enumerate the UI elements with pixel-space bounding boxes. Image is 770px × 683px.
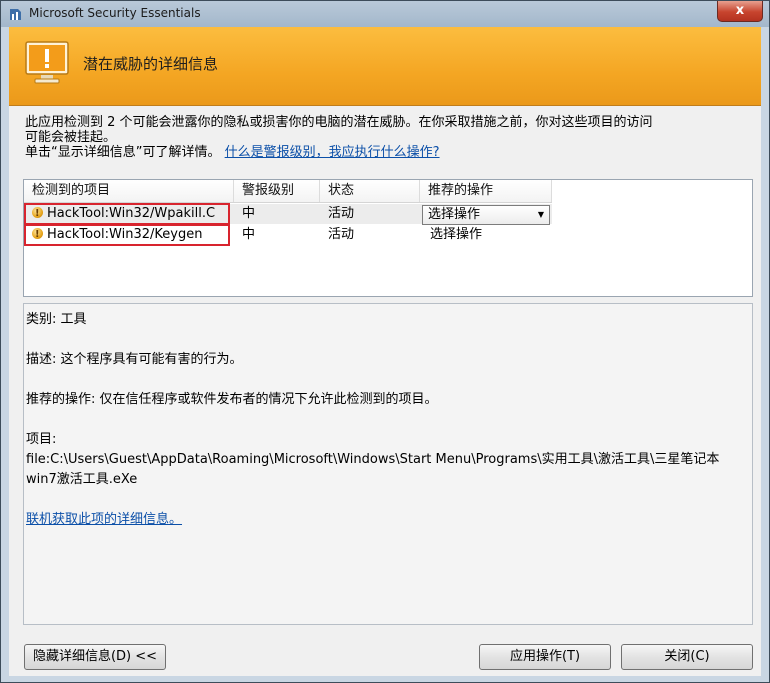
close-button[interactable]: 关闭(C) [621,644,753,670]
window-title: Microsoft Security Essentials [29,6,201,20]
warning-monitor-icon [25,41,69,84]
alert-level-help-link[interactable]: 什么是警报级别，我应执行什么操作? [225,145,440,160]
description-text: 此应用检测到 2 个可能会泄露你的隐私或损害你的电脑的潜在威胁。在你采取措施之前… [25,115,749,160]
detail-description: 描述: 这个程序具有可能有害的行为。 [26,352,243,367]
threat-status: 活动 [328,227,355,242]
column-alert-level[interactable]: 警报级别 [234,180,320,202]
hide-details-button[interactable]: 隐藏详细信息(D) << [24,644,166,670]
action-dropdown-value: 选择操作 [428,207,481,222]
header-banner: 潜在威胁的详细信息 [9,27,761,106]
column-status[interactable]: 状态 [320,180,420,202]
threat-status: 活动 [328,206,355,221]
dropdown-arrow-icon: ▼ [537,210,544,219]
apply-actions-button[interactable]: 应用操作(T) [479,644,611,670]
threat-level: 中 [242,227,256,242]
details-pane: 类别: 工具 描述: 这个程序具有可能有害的行为。 推荐的操作: 仅在信任程序或… [23,303,753,625]
highlight-box [24,224,230,246]
detail-path-cont: win7激活工具.eXe [26,472,138,487]
description-line-1: 此应用检测到 2 个可能会泄露你的隐私或损害你的电脑的潜在威胁。在你采取措施之前… [25,115,653,130]
threat-level: 中 [242,206,256,221]
msse-app-icon [10,9,21,20]
client-area: 潜在威胁的详细信息 此应用检测到 2 个可能会泄露你的隐私或损害你的电脑的潜在威… [9,27,761,676]
description-line-2: 可能会被挂起。 [25,130,117,145]
action-dropdown[interactable]: 选择操作 ▼ [422,205,550,225]
threat-action: 选择操作 [430,227,483,242]
description-line-3: 单击“显示详细信息”可了解详情。 什么是警报级别，我应执行什么操作? [25,145,749,160]
column-recommended-action[interactable]: 推荐的操作 [420,180,552,202]
detail-items-label: 项目: [26,432,57,447]
msse-window: Microsoft Security Essentials x 潜在威胁的详细信… [0,0,770,683]
title-bar[interactable]: Microsoft Security Essentials x [1,1,769,27]
window-close-button[interactable]: x [717,1,763,22]
online-details-link[interactable]: 联机获取此项的详细信息。 [26,512,182,527]
highlight-box [24,203,230,225]
threat-list: 检测到的项目 警报级别 状态 推荐的操作 HackTool:Win32/Wpak… [23,179,753,297]
description-line-3-text: 单击“显示详细信息”可了解详情。 [25,145,221,160]
detail-path: file:C:\Users\Guest\AppData\Roaming\Micr… [26,452,720,467]
page-title: 潜在威胁的详细信息 [83,55,219,73]
column-detected-item[interactable]: 检测到的项目 [24,180,234,202]
detail-category: 类别: 工具 [26,312,87,327]
threat-list-header: 检测到的项目 警报级别 状态 推荐的操作 [24,180,552,203]
detail-recommendation: 推荐的操作: 仅在信任程序或软件发布者的情况下允许此检测到的项目。 [26,392,438,407]
